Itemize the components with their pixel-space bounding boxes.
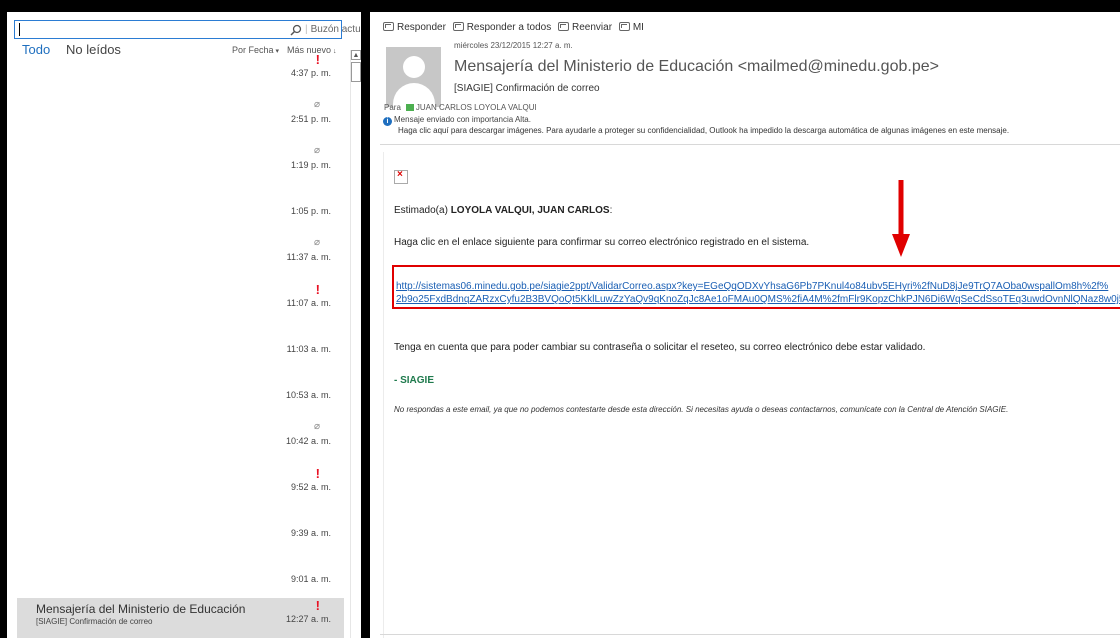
divider	[380, 144, 1120, 145]
instant-message-label: MI	[632, 22, 644, 33]
list-item[interactable]: ! 4:37 p. m.	[7, 52, 347, 92]
list-item[interactable]: ⌀ 11:37 a. m.	[7, 236, 347, 276]
reply-icon	[383, 22, 394, 31]
presence-icon	[405, 104, 414, 111]
divider	[380, 634, 1120, 635]
list-item[interactable]: ⌀ 1:19 p. m.	[7, 144, 347, 184]
list-item[interactable]: 1:05 p. m.	[7, 190, 347, 230]
link-line-2: 2b9o25FxdBdnqZARzxCyfu2B3BVQoQt5KklLuwZz…	[396, 294, 1120, 305]
download-images-notice[interactable]: Haga clic aquí para descargar imágenes. …	[398, 126, 1009, 135]
mail-time: 10:53 a. m.	[285, 390, 331, 400]
recipient-name[interactable]: JUAN CARLOS LOYOLA VALQUI	[416, 103, 537, 112]
message-sender[interactable]: Mensajería del Ministerio de Educación <…	[454, 58, 939, 76]
broken-image-icon[interactable]	[394, 169, 408, 184]
link-highlight-box: http://sistemas06.minedu.gob.pe/siagie2p…	[392, 265, 1120, 309]
message-recipient: Para JUAN CARLOS LOYOLA VALQUI	[384, 103, 537, 112]
mail-time: 11:07 a. m.	[286, 298, 331, 308]
instructions-text: Haga clic en el enlace siguiente para co…	[394, 237, 810, 248]
text-caret	[19, 23, 20, 36]
important-icon: !	[315, 52, 320, 67]
mail-time: 2:51 p. m.	[290, 114, 331, 124]
search-scope-label: Buzón actual	[310, 24, 361, 35]
mail-subject: [SIAGIE] Confirmación de correo	[36, 617, 153, 626]
scroll-thumb[interactable]	[351, 62, 361, 82]
list-item[interactable]: ! 9:52 a. m.	[7, 466, 347, 506]
scroll-up-icon[interactable]: ▲	[351, 50, 361, 60]
attachment-icon: ⌀	[313, 99, 320, 110]
important-icon: !	[315, 466, 320, 481]
list-item[interactable]: 9:39 a. m.	[7, 512, 347, 552]
message-date: miércoles 23/12/2015 12:27 a. m.	[454, 41, 573, 50]
instant-message-icon	[618, 22, 630, 31]
mail-time: 11:03 a. m.	[286, 344, 331, 354]
search-icon[interactable]	[290, 24, 302, 36]
divider	[383, 152, 384, 638]
separator: |	[305, 24, 308, 35]
list-item[interactable]: 9:01 a. m.	[7, 558, 347, 598]
mail-list-pane: |Buzón actual▾ Todo No leídos Por Fecha▾…	[7, 12, 361, 638]
forward-button[interactable]: Reenviar	[558, 22, 612, 33]
list-item[interactable]: ! 11:07 a. m.	[7, 282, 347, 322]
instant-message-button[interactable]: MI	[618, 22, 644, 33]
red-arrow-annotation	[892, 180, 910, 257]
footer-note: No respondas a este email, ya que no pod…	[394, 405, 1009, 414]
reply-button[interactable]: Responder	[383, 22, 446, 33]
mail-time: 1:05 p. m.	[290, 206, 331, 216]
avatar-head	[403, 56, 425, 78]
list-item[interactable]: ⌀ 10:42 a. m.	[7, 420, 347, 460]
forward-icon	[558, 22, 569, 31]
attachment-icon: ⌀	[313, 145, 320, 156]
greeting-name: LOYOLA VALQUI, JUAN CARLOS	[450, 205, 610, 216]
reply-all-label: Responder a todos	[466, 22, 552, 33]
forward-label: Reenviar	[572, 22, 613, 33]
mail-time: 9:01 a. m.	[290, 574, 331, 584]
greeting-suffix: :	[609, 205, 613, 216]
recipient-label: Para	[384, 103, 401, 112]
list-scrollbar[interactable]: ▲	[350, 50, 361, 638]
message-subject: [SIAGIE] Confirmación de correo	[454, 83, 600, 94]
info-icon: i	[383, 117, 392, 126]
reading-pane: Responder Responder a todos Reenviar MI …	[370, 12, 1120, 638]
mail-time: 1:19 p. m.	[290, 160, 331, 170]
mail-time: 10:42 a. m.	[285, 436, 331, 446]
mail-time: 9:52 a. m.	[290, 482, 331, 492]
signature: - SIAGIE	[394, 375, 435, 386]
mail-time: 11:37 a. m.	[286, 252, 331, 262]
important-icon: !	[315, 282, 320, 297]
mail-sender: Mensajería del Ministerio de Educación	[36, 602, 246, 616]
importance-notice: i Mensaje enviado con importancia Alta.	[383, 115, 531, 126]
validation-note: Tenga en cuenta que para poder cambiar s…	[394, 342, 926, 353]
reply-all-icon	[452, 22, 464, 31]
list-item[interactable]: ⌀ 2:51 p. m.	[7, 98, 347, 138]
message-action-bar: Responder Responder a todos Reenviar MI	[383, 22, 648, 33]
search-scope-dropdown[interactable]: |Buzón actual▾	[305, 22, 361, 38]
reply-all-button[interactable]: Responder a todos	[452, 22, 552, 33]
greeting-prefix: Estimado(a)	[394, 205, 451, 216]
mail-item-selected[interactable]: Mensajería del Ministerio de Educación […	[17, 598, 344, 638]
link-line-1: http://sistemas06.minedu.gob.pe/siagie2p…	[396, 281, 1109, 292]
sender-avatar	[386, 47, 441, 107]
importance-text: Mensaje enviado con importancia Alta.	[394, 115, 531, 124]
list-item[interactable]: 11:03 a. m.	[7, 328, 347, 368]
reply-label: Responder	[397, 22, 446, 33]
attachment-icon: ⌀	[313, 237, 320, 248]
important-icon: !	[315, 598, 320, 613]
search-input[interactable]: |Buzón actual▾	[14, 20, 361, 39]
list-item[interactable]: 10:53 a. m.	[7, 374, 347, 414]
mail-time: 4:37 p. m.	[290, 68, 331, 78]
mail-time: 12:27 a. m.	[285, 614, 331, 624]
mail-time: 9:39 a. m.	[290, 528, 331, 538]
confirmation-link[interactable]: http://sistemas06.minedu.gob.pe/siagie2p…	[396, 280, 1120, 306]
attachment-icon: ⌀	[313, 421, 320, 432]
greeting: Estimado(a) LOYOLA VALQUI, JUAN CARLOS:	[394, 205, 612, 216]
